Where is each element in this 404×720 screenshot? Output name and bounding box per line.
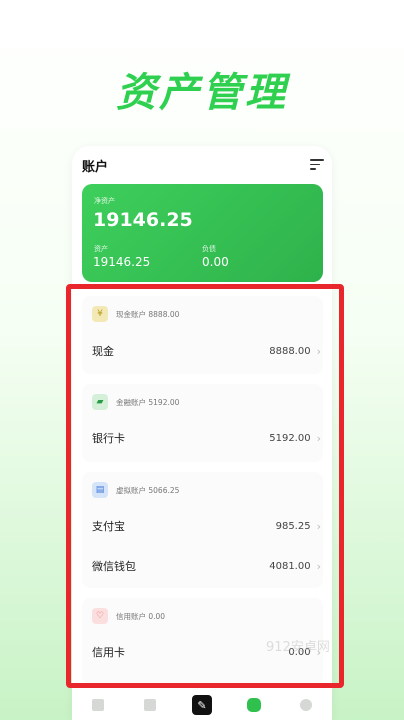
pencil-icon: ✎	[192, 695, 212, 715]
tab-assets[interactable]	[243, 694, 265, 716]
tab-profile[interactable]	[295, 694, 317, 716]
tab-ledger[interactable]	[87, 694, 109, 716]
top-bar: 账户	[82, 155, 324, 175]
book-icon	[92, 699, 104, 711]
net-assets-value: 19146.25	[93, 209, 193, 231]
watermark: 912安卓网	[266, 640, 330, 655]
assets-value: 19146.25	[93, 255, 151, 269]
wallet-icon	[247, 698, 261, 712]
net-assets-label: 净资产	[94, 197, 115, 205]
page-title: 账户	[82, 159, 109, 175]
highlight-frame	[66, 284, 344, 688]
debt-value: 0.00	[202, 255, 229, 269]
net-assets-card[interactable]: 净资产 19146.25 资产 19146.25 负债 0.00	[82, 184, 323, 282]
user-icon	[300, 699, 312, 711]
tab-stats[interactable]	[139, 694, 161, 716]
tab-record[interactable]: ✎	[191, 694, 213, 716]
headline: 资产管理	[116, 70, 288, 116]
debt-label: 负债	[202, 245, 216, 253]
chart-icon	[144, 699, 156, 711]
assets-label: 资产	[94, 245, 108, 253]
bottom-tab-bar: ✎	[72, 690, 332, 720]
filter-icon[interactable]	[310, 159, 324, 171]
